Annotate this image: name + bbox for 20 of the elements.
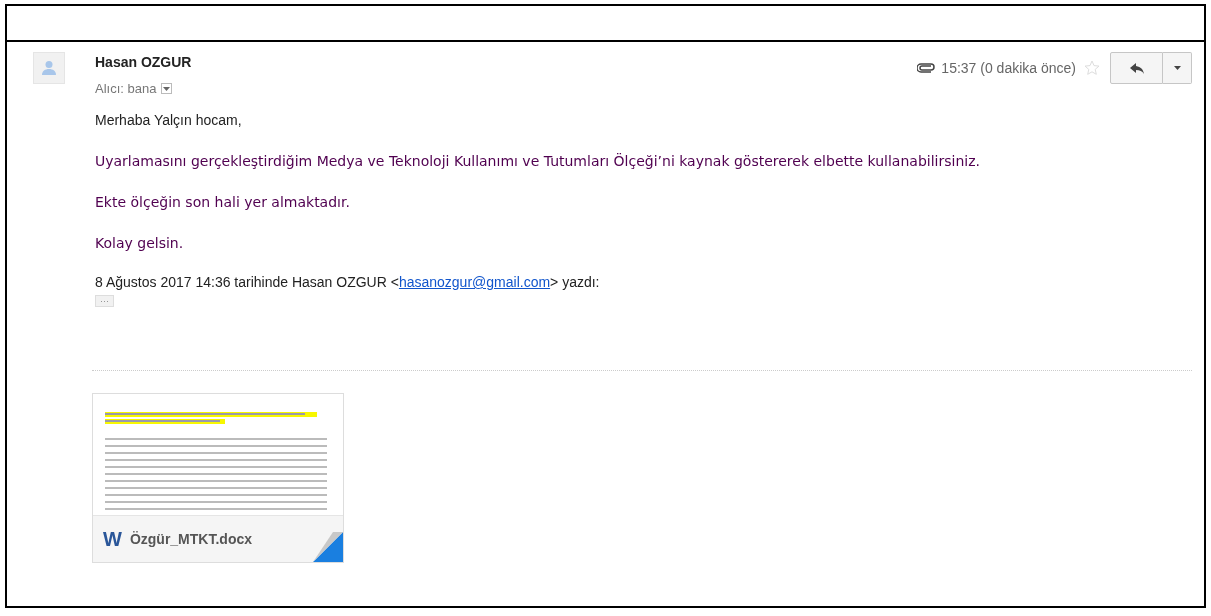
star-icon[interactable] (1084, 60, 1100, 76)
attachment-name: Özgür_MTKT.docx (129, 531, 252, 547)
recipient-label: Alıcı: bana (95, 81, 157, 96)
folded-corner-icon (313, 532, 343, 562)
body-paragraph: Ekte ölçeğin son hali yer almaktadır. (95, 194, 351, 210)
body-paragraph: Kolay gelsin. (95, 235, 185, 251)
email-link[interactable]: hasanozgur@gmail.com (398, 274, 551, 290)
quote-header: 8 Ağustos 2017 14:36 tarihinde Hasan OZGUR <hasanozgur@gmail.com> yazdı: (95, 274, 601, 290)
avatar-icon (33, 52, 65, 84)
attachment-card[interactable]: W Özgür_MTKT.docx (92, 393, 344, 563)
caret-icon (1173, 66, 1181, 70)
sender-name[interactable]: Hasan OZGUR (95, 54, 192, 70)
body-paragraph: Merhaba Yalçın hocam, (95, 112, 243, 128)
body-paragraph: Uyarlamasını gerçekleştirdiğim Medya ve Teknoloji Kullanımı ve Tutumları Ölçeği’ni kaynak göstererek elbette kullanabilirsiniz. (95, 153, 981, 169)
details-dropdown[interactable] (161, 83, 173, 94)
reply-button[interactable] (1110, 52, 1163, 84)
timestamp: 15:37 (0 dakika önce) (941, 60, 1076, 76)
reply-arrow-icon (1129, 62, 1144, 74)
word-icon: W (103, 527, 122, 551)
caret-icon (163, 86, 171, 91)
